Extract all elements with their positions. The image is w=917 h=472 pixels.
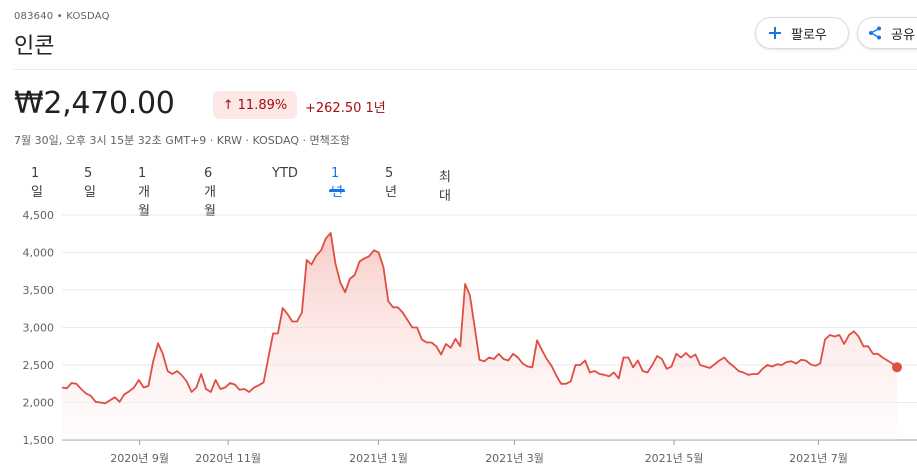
x-tick-label: 2020년 9월 xyxy=(110,452,169,465)
tab-5y[interactable]: 5년 xyxy=(385,166,397,200)
share-button[interactable]: 공유 xyxy=(857,17,917,49)
arrow-up-icon: ↑ xyxy=(222,97,234,113)
ticker-symbol: 083640 • KOSDAQ xyxy=(14,11,110,22)
tab-5d[interactable]: 5일 xyxy=(84,166,96,200)
y-tick-label: 3,500 xyxy=(23,284,55,297)
plus-icon xyxy=(767,25,783,41)
current-price-point xyxy=(892,362,902,373)
share-label: 공유 xyxy=(891,27,915,43)
change-percent: 11.89% xyxy=(237,97,288,113)
current-price: ₩2,470.00 xyxy=(14,86,175,121)
follow-label: 팔로우 xyxy=(791,27,827,43)
tab-ytd[interactable]: YTD xyxy=(272,166,298,192)
x-tick-label: 2021년 1월 xyxy=(349,452,408,465)
follow-button[interactable]: 팔로우 xyxy=(755,17,849,49)
tab-1m[interactable]: 1개월 xyxy=(138,166,150,219)
y-tick-label: 2,500 xyxy=(23,359,55,372)
company-name: 인콘 xyxy=(14,34,55,59)
y-tick-label: 4,500 xyxy=(23,209,55,222)
tab-1y[interactable]: 1년 xyxy=(329,166,345,200)
y-tick-label: 4,000 xyxy=(23,247,55,260)
price-chart[interactable]: 1,500 2,000 2,500 3,000 3,500 4,000 4,500 2020… xyxy=(0,200,917,472)
price-area-fill xyxy=(62,233,897,440)
y-tick-label: 3,000 xyxy=(23,322,55,335)
quote-meta: 7월 30일, 오후 3시 15분 32초 GMT+9 · KRW · KOSD… xyxy=(14,134,351,147)
y-tick-label: 1,500 xyxy=(23,434,55,447)
x-tick-label: 2021년 7월 xyxy=(789,452,848,465)
x-tick-label: 2021년 5월 xyxy=(645,452,704,465)
header-divider xyxy=(14,69,917,70)
share-icon xyxy=(867,25,883,41)
change-percent-badge: ↑ 11.89% xyxy=(213,91,297,119)
tab-6m[interactable]: 6개월 xyxy=(204,166,216,219)
tab-max[interactable]: 최대 xyxy=(439,166,451,204)
change-absolute: +262.50 1년 xyxy=(305,101,386,116)
tab-1d[interactable]: 1일 xyxy=(31,166,43,200)
x-tick-label: 2021년 3월 xyxy=(485,452,544,465)
y-tick-label: 2,000 xyxy=(23,397,55,410)
x-tick-label: 2020년 11월 xyxy=(195,452,261,465)
